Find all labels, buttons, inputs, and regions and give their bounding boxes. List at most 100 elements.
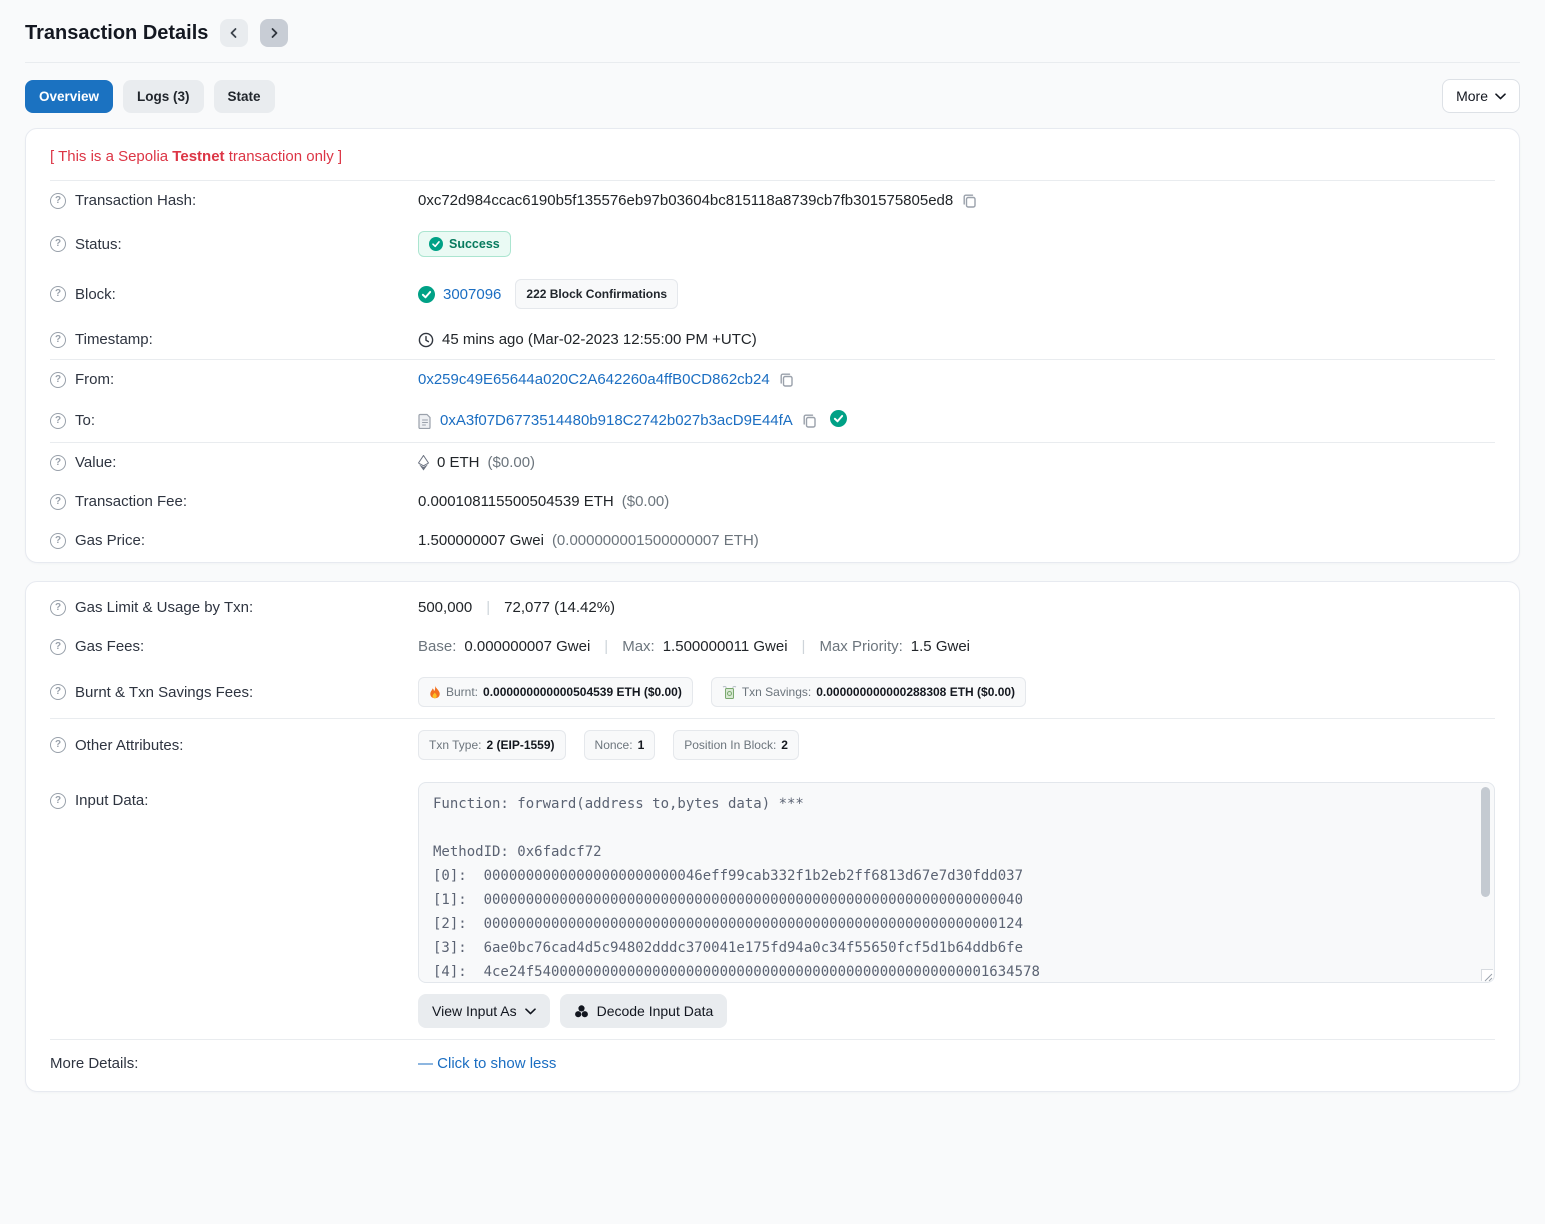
details-card: ? Gas Limit & Usage by Txn: 500,000 | 72… xyxy=(25,581,1520,1092)
view-input-as-label: View Input As xyxy=(432,1003,517,1019)
from-label: From: xyxy=(75,371,114,388)
tab-logs[interactable]: Logs (3) xyxy=(123,80,204,113)
separator: | xyxy=(796,638,812,655)
next-transaction-button[interactable] xyxy=(260,19,288,47)
block-label: Block: xyxy=(75,286,116,303)
max-priority-fee-label: Max Priority: xyxy=(819,638,902,655)
scrollbar-thumb[interactable] xyxy=(1481,787,1490,897)
tab-bar: Overview Logs (3) State More xyxy=(25,63,1520,128)
previous-transaction-button[interactable] xyxy=(220,19,248,47)
burnt-fee-label: Burnt: xyxy=(446,685,478,699)
help-icon[interactable]: ? xyxy=(50,413,66,429)
max-fee-value: 1.500000011 Gwei xyxy=(663,638,788,655)
position-in-block-value: 2 xyxy=(781,738,788,752)
txn-savings-value: 0.000000000000288308 ETH ($0.00) xyxy=(816,685,1015,699)
gas-used-value: 72,077 (14.42%) xyxy=(504,599,615,616)
help-icon[interactable]: ? xyxy=(50,737,66,753)
status-label: Status: xyxy=(75,236,122,253)
help-icon[interactable]: ? xyxy=(50,332,66,348)
help-icon[interactable]: ? xyxy=(50,793,66,809)
other-attributes-label: Other Attributes: xyxy=(75,737,183,754)
separator: | xyxy=(598,638,614,655)
decode-icon xyxy=(574,1004,589,1019)
gas-price-row: ? Gas Price: 1.500000007 Gwei (0.0000000… xyxy=(50,521,1495,560)
copy-icon xyxy=(961,192,978,209)
gas-fees-row: ? Gas Fees: Base: 0.000000007 Gwei | Max… xyxy=(50,627,1495,666)
other-attributes-row: ? Other Attributes: Txn Type: 2 (EIP-155… xyxy=(50,719,1495,771)
help-icon[interactable]: ? xyxy=(50,600,66,616)
txn-type-label: Txn Type: xyxy=(429,738,481,752)
overview-card: [ This is a Sepolia Testnet transaction … xyxy=(25,128,1520,563)
position-in-block-label: Position In Block: xyxy=(684,738,776,752)
transaction-hash-row: ? Transaction Hash: 0xc72d984ccac6190b5f… xyxy=(50,181,1495,220)
status-badge-label: Success xyxy=(449,237,500,251)
page-title: Transaction Details xyxy=(25,22,208,45)
more-details-row: More Details: — Click to show less xyxy=(50,1040,1495,1089)
txn-savings-badge: Txn Savings: 0.000000000000288308 ETH ($… xyxy=(711,677,1026,707)
gas-limit-row: ? Gas Limit & Usage by Txn: 500,000 | 72… xyxy=(50,588,1495,627)
input-data-textarea[interactable]: Function: forward(address to,bytes data)… xyxy=(418,782,1495,983)
help-icon[interactable]: ? xyxy=(50,236,66,252)
tab-overview[interactable]: Overview xyxy=(25,80,113,113)
view-input-as-button[interactable]: View Input As xyxy=(418,994,550,1028)
value-amount: 0 ETH xyxy=(437,454,480,471)
to-address-link[interactable]: 0xA3f07D6773514480b918C2742b027b3acD9E44… xyxy=(440,412,793,429)
page-header: Transaction Details xyxy=(25,0,1520,62)
help-icon[interactable]: ? xyxy=(50,639,66,655)
decode-input-data-button[interactable]: Decode Input Data xyxy=(560,994,728,1028)
txn-savings-label: Txn Savings: xyxy=(742,685,811,699)
base-fee-label: Base: xyxy=(418,638,456,655)
from-address-link[interactable]: 0x259c49E65644a020C2A642260a4ffB0CD862cb… xyxy=(418,371,770,388)
gas-price-label: Gas Price: xyxy=(75,532,145,549)
contract-file-icon xyxy=(418,413,432,429)
help-icon[interactable]: ? xyxy=(50,684,66,700)
help-icon[interactable]: ? xyxy=(50,494,66,510)
transaction-fee-label: Transaction Fee: xyxy=(75,493,187,510)
testnet-warning: [ This is a Sepolia Testnet transaction … xyxy=(50,131,1495,180)
click-to-show-less-link[interactable]: — Click to show less xyxy=(418,1055,556,1072)
transaction-fee-row: ? Transaction Fee: 0.000108115500504539 … xyxy=(50,482,1495,521)
gas-limit-label: Gas Limit & Usage by Txn: xyxy=(75,599,253,616)
block-number-link[interactable]: 3007096 xyxy=(443,286,501,303)
from-row: ? From: 0x259c49E65644a020C2A642260a4ffB… xyxy=(50,360,1495,399)
input-data-content: Function: forward(address to,bytes data)… xyxy=(419,783,1494,983)
resize-handle-icon[interactable] xyxy=(1481,969,1493,981)
to-label: To: xyxy=(75,412,95,429)
block-finalized-check-icon xyxy=(418,286,435,303)
copy-to-address-button[interactable] xyxy=(801,412,818,429)
help-icon[interactable]: ? xyxy=(50,533,66,549)
testnet-warning-bold: Testnet xyxy=(172,148,224,165)
help-icon[interactable]: ? xyxy=(50,193,66,209)
status-badge: Success xyxy=(418,231,511,257)
eth-diamond-icon xyxy=(418,455,429,471)
max-fee-label: Max: xyxy=(622,638,655,655)
burnt-fee-badge: Burnt: 0.000000000000504539 ETH ($0.00) xyxy=(418,677,693,707)
copy-transaction-hash-button[interactable] xyxy=(961,192,978,209)
timestamp-value: 45 mins ago (Mar-02-2023 12:55:00 PM +UT… xyxy=(442,331,757,348)
more-dropdown-button[interactable]: More xyxy=(1442,79,1520,113)
txn-type-value: 2 (EIP-1559) xyxy=(486,738,554,752)
value-row: ? Value: 0 ETH ($0.00) xyxy=(50,443,1495,482)
timestamp-row: ? Timestamp: 45 mins ago (Mar-02-2023 12… xyxy=(50,320,1495,359)
copy-from-address-button[interactable] xyxy=(778,371,795,388)
block-row: ? Block: 3007096 222 Block Confirmations xyxy=(50,268,1495,320)
timestamp-label: Timestamp: xyxy=(75,331,153,348)
transaction-fee-amount: 0.000108115500504539 ETH xyxy=(418,493,614,510)
help-icon[interactable]: ? xyxy=(50,286,66,302)
fire-icon xyxy=(429,685,441,699)
help-icon[interactable]: ? xyxy=(50,372,66,388)
testnet-warning-prefix: [ This is a Sepolia xyxy=(50,148,172,165)
txn-type-badge: Txn Type: 2 (EIP-1559) xyxy=(418,730,566,760)
money-wings-icon xyxy=(722,686,737,699)
block-confirmations-badge: 222 Block Confirmations xyxy=(515,279,678,309)
help-icon[interactable]: ? xyxy=(50,455,66,471)
input-data-row: ? Input Data: Function: forward(address … xyxy=(50,771,1495,1039)
burnt-savings-label: Burnt & Txn Savings Fees: xyxy=(75,684,253,701)
nonce-label: Nonce: xyxy=(595,738,633,752)
tab-state[interactable]: State xyxy=(214,80,275,113)
max-priority-fee-value: 1.5 Gwei xyxy=(911,638,970,655)
gas-fees-label: Gas Fees: xyxy=(75,638,144,655)
burnt-savings-row: ? Burnt & Txn Savings Fees: Burnt: 0.000… xyxy=(50,666,1495,718)
burnt-fee-value: 0.000000000000504539 ETH ($0.00) xyxy=(483,685,682,699)
base-fee-value: 0.000000007 Gwei xyxy=(464,638,590,655)
